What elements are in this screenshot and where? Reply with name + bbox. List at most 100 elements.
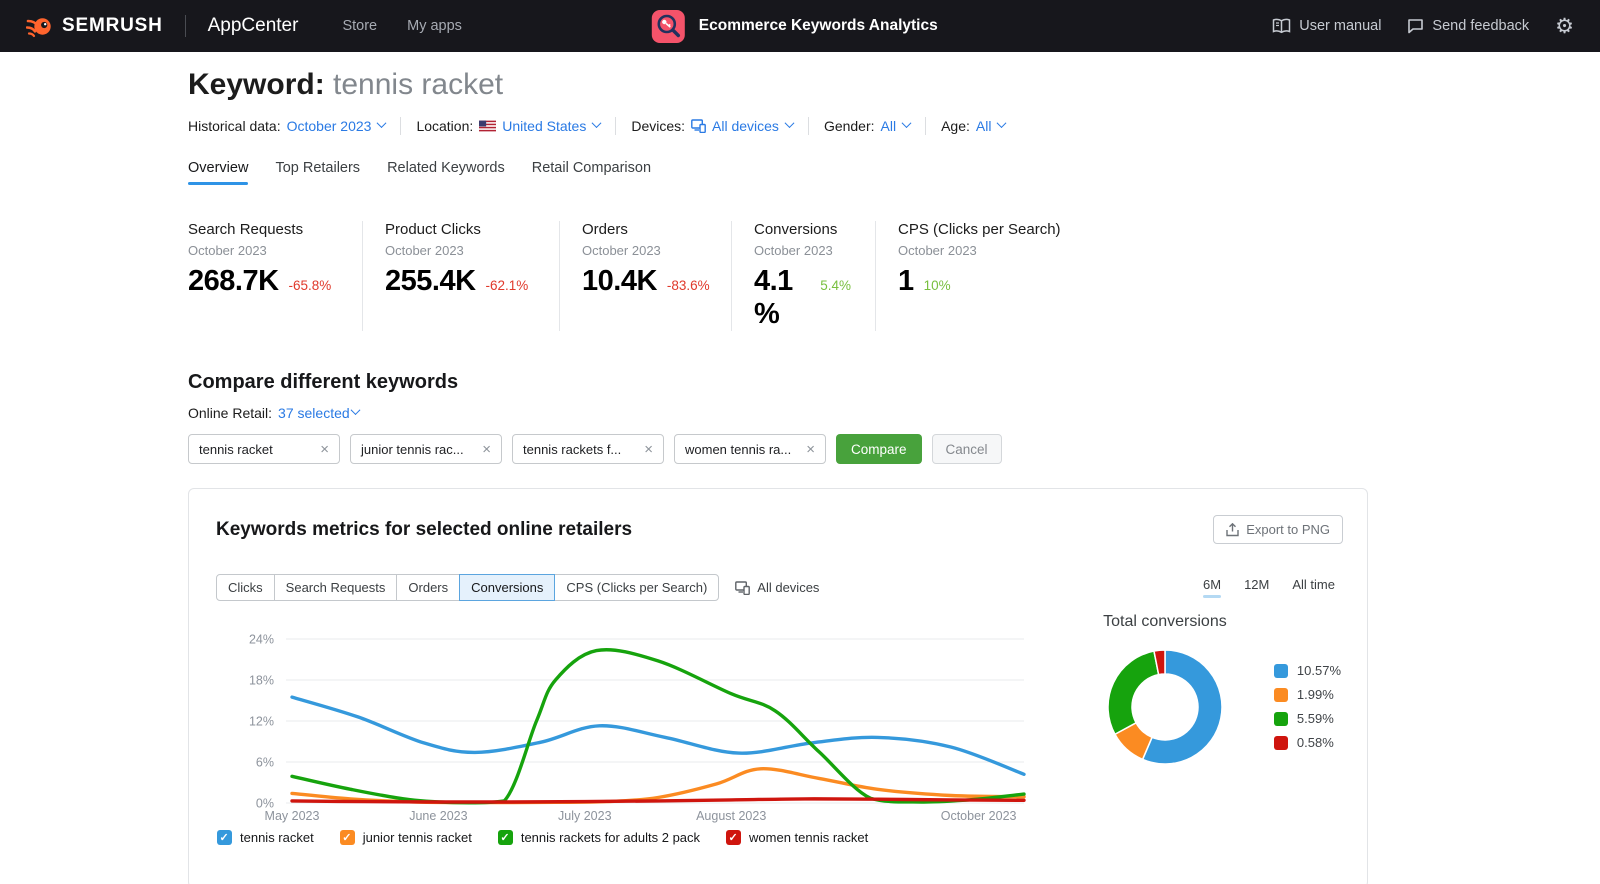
remove-icon[interactable] [806, 442, 815, 457]
chip-text: junior tennis rac... [361, 442, 464, 457]
nav-link-my-apps[interactable]: My apps [407, 18, 462, 34]
line-chart: 0%6%12%18%24%May 2023June 2023July 2023A… [216, 611, 1061, 826]
chip-text: tennis rackets f... [523, 442, 621, 457]
donut-legend-item: 10.57% [1274, 663, 1341, 678]
metric-tab-search-requests[interactable]: Search Requests [274, 574, 398, 601]
brand-product: AppCenter [208, 15, 299, 37]
chart-devices-indicator: All devices [735, 580, 819, 595]
filter-value: All [881, 118, 897, 134]
svg-text:October 2023: October 2023 [941, 809, 1017, 823]
filter-location[interactable]: Location: United States [416, 118, 600, 134]
chevron-down-icon [997, 118, 1007, 128]
checkbox-checked-icon[interactable] [726, 830, 741, 845]
metric-change: -83.6% [667, 278, 710, 293]
online-retail-value: 37 selected [278, 405, 350, 421]
keyword-chip-input[interactable]: tennis rackets f... [512, 434, 664, 464]
metric-tab-orders[interactable]: Orders [396, 574, 460, 601]
metric-tab-group: Clicks Search Requests Orders Conversion… [216, 574, 719, 601]
donut-legend-item: 1.99% [1274, 687, 1341, 702]
metric-value: 255.4K [385, 265, 476, 298]
range-tabs: 6M 12M All time [1203, 577, 1335, 598]
tab-top-retailers[interactable]: Top Retailers [275, 160, 360, 185]
range-12m[interactable]: 12M [1244, 577, 1269, 598]
svg-text:May 2023: May 2023 [265, 809, 320, 823]
keyword-chips: tennis racket junior tennis rac... tenni… [188, 434, 1368, 464]
filter-value: All devices [712, 118, 779, 134]
chevron-down-icon [350, 405, 360, 415]
metric-change: 10% [924, 278, 951, 293]
page-title: Keyword: tennis racket [188, 66, 1368, 104]
donut-legend-item: 5.59% [1274, 711, 1341, 726]
remove-icon[interactable] [320, 442, 329, 457]
svg-text:18%: 18% [249, 674, 274, 688]
send-feedback-label: Send feedback [1432, 18, 1529, 34]
devices-label: All devices [757, 580, 819, 595]
remove-icon[interactable] [644, 442, 653, 457]
series-toggle[interactable]: tennis racket [217, 830, 314, 845]
checkbox-checked-icon[interactable] [217, 830, 232, 845]
metric-label: CPS (Clicks per Search) [898, 221, 1061, 238]
send-feedback-button[interactable]: Send feedback [1407, 18, 1529, 34]
export-png-button[interactable]: Export to PNG [1213, 515, 1343, 544]
series-toggle[interactable]: tennis rackets for adults 2 pack [498, 830, 700, 845]
series-toggle[interactable]: junior tennis racket [340, 830, 472, 845]
tab-overview[interactable]: Overview [188, 160, 248, 185]
semrush-logo-icon [26, 13, 53, 40]
svg-text:June 2023: June 2023 [409, 809, 467, 823]
checkbox-checked-icon[interactable] [498, 830, 513, 845]
chevron-down-icon [902, 118, 912, 128]
metric-tab-cps[interactable]: CPS (Clicks per Search) [554, 574, 719, 601]
keyword-chip-input[interactable]: women tennis ra... [674, 434, 826, 464]
keyword-chip-input[interactable]: junior tennis rac... [350, 434, 502, 464]
range-6m[interactable]: 6M [1203, 577, 1221, 598]
panel-title: Keywords metrics for selected online ret… [216, 519, 632, 541]
feedback-bubble-icon [1407, 18, 1424, 34]
metric-change: -62.1% [486, 278, 529, 293]
svg-text:August 2023: August 2023 [696, 809, 766, 823]
metric-conversions: Conversions October 2023 4.1 % 5.4% [754, 221, 876, 331]
online-retail-dropdown[interactable]: 37 selected [278, 405, 359, 421]
metric-period: October 2023 [898, 243, 1061, 258]
cancel-button[interactable]: Cancel [932, 434, 1002, 464]
svg-text:6%: 6% [256, 756, 274, 770]
remove-icon[interactable] [482, 442, 491, 457]
divider [808, 117, 809, 135]
metric-value: 4.1 % [754, 265, 810, 331]
page-tabs: Overview Top Retailers Related Keywords … [188, 160, 1368, 185]
metric-label: Product Clicks [385, 221, 535, 238]
filter-gender[interactable]: Gender: All [824, 118, 910, 134]
nav-link-store[interactable]: Store [342, 18, 377, 34]
metric-tab-clicks[interactable]: Clicks [216, 574, 275, 601]
metric-cards: Search Requests October 2023 268.7K -65.… [188, 221, 1368, 331]
user-manual-button[interactable]: User manual [1272, 18, 1381, 34]
filter-historical-data[interactable]: Historical data: October 2023 [188, 118, 385, 134]
semrush-brand[interactable]: SEMRUSH AppCenter [26, 13, 298, 40]
series-toggle[interactable]: women tennis racket [726, 830, 868, 845]
legend-value: 0.58% [1297, 735, 1334, 750]
divider [615, 117, 616, 135]
keyword-chip-input[interactable]: tennis racket [188, 434, 340, 464]
legend-swatch [1274, 712, 1288, 726]
legend-swatch [1274, 664, 1288, 678]
filter-devices[interactable]: Devices: All devices [631, 118, 793, 134]
filter-label: Location: [416, 118, 473, 134]
compare-button[interactable]: Compare [836, 434, 922, 464]
top-navbar: SEMRUSH AppCenter Store My apps Ecommerc… [0, 0, 1600, 52]
settings-gear-icon[interactable] [1555, 16, 1574, 37]
metric-search-requests: Search Requests October 2023 268.7K -65.… [188, 221, 363, 331]
keyword-value: tennis racket [333, 68, 503, 101]
export-icon [1226, 523, 1239, 537]
brand-divider [185, 15, 186, 37]
legend-swatch [1274, 688, 1288, 702]
tab-retail-comparison[interactable]: Retail Comparison [532, 160, 651, 185]
metric-tab-conversions[interactable]: Conversions [459, 574, 555, 601]
checkbox-checked-icon[interactable] [340, 830, 355, 845]
export-label: Export to PNG [1246, 522, 1330, 537]
range-all-time[interactable]: All time [1292, 577, 1335, 598]
filter-age[interactable]: Age: All [941, 118, 1005, 134]
donut-legend: 10.57% 1.99% 5.59% 0.58% [1274, 663, 1341, 826]
tab-related-keywords[interactable]: Related Keywords [387, 160, 505, 185]
devices-icon [691, 119, 706, 133]
svg-text:24%: 24% [249, 633, 274, 647]
metric-value: 1 [898, 265, 914, 298]
